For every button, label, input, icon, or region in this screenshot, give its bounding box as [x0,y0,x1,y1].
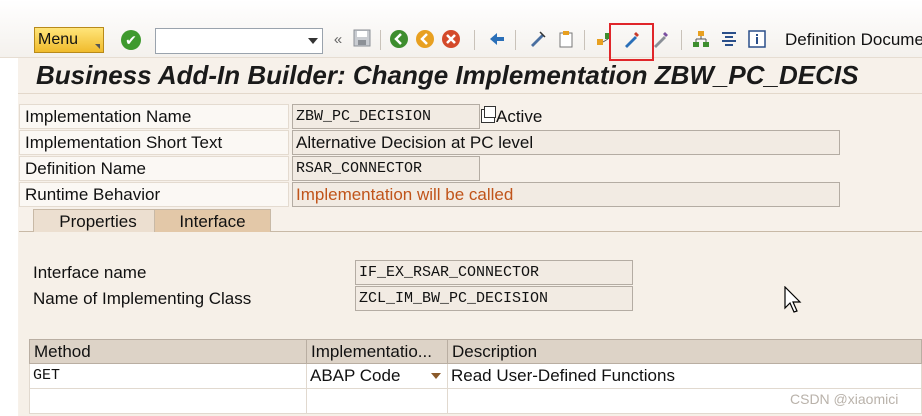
display-change-icon[interactable] [528,29,548,51]
exit-icon[interactable] [415,29,435,51]
command-field[interactable] [155,28,323,54]
toolbar-separator [380,30,381,50]
align-icon[interactable] [719,29,739,51]
active-status-label: Active [496,107,543,126]
method-cell[interactable] [30,389,307,413]
enter-check-icon[interactable]: ✔ [121,30,141,50]
back-nav-icon[interactable]: « [328,29,348,51]
implementation-dropdown-icon[interactable] [431,373,441,379]
left-margin [0,0,18,416]
table-row[interactable] [29,389,922,414]
title-divider [18,93,922,94]
description-cell[interactable]: Read User-Defined Functions [448,364,922,388]
implementing-class-field[interactable]: ZCL_IM_BW_PC_DECISION [355,286,633,311]
toolbar-separator [515,30,516,50]
implementation-cell-value: ABAP Code [310,366,401,385]
page-title: Business Add-In Builder: Change Implemen… [36,60,859,90]
runtime-behavior-label: Runtime Behavior [19,182,289,207]
application-toolbar: Menu ✔ « Definition Docume [0,0,922,61]
mouse-cursor-icon [784,286,802,313]
info-icon[interactable] [747,29,767,51]
column-header-implementation[interactable]: Implementatio... [307,340,448,363]
definition-name-label: Definition Name [19,156,289,181]
tab-properties[interactable]: Properties [33,209,163,232]
hierarchy-icon[interactable] [691,29,711,51]
activate-icon[interactable] [556,29,576,51]
column-header-description[interactable]: Description [448,340,922,363]
menu-button-label: Menu [38,31,79,48]
interface-name-label: Interface name [33,263,147,282]
definition-name-field[interactable]: RSAR_CONNECTOR [292,156,480,181]
active-status-icon [481,106,496,123]
definition-documentation-button[interactable]: Definition Docume [785,30,922,50]
toolbar-separator [681,30,682,50]
highlight-box [609,23,654,61]
toolbar-separator [474,30,475,50]
cancel-icon[interactable] [441,29,461,51]
implementation-name-field[interactable]: ZBW_PC_DECISION [292,104,480,129]
implementation-name-label: Implementation Name [19,104,289,129]
command-dropdown-icon[interactable] [308,38,318,44]
other-object-icon[interactable] [487,29,507,51]
methods-table-header: Method Implementatio... Description [29,339,922,364]
short-text-field[interactable]: Alternative Decision at PC level [292,130,840,155]
column-header-method[interactable]: Method [30,340,307,363]
short-text-label: Implementation Short Text [19,130,289,155]
runtime-behavior-field: Implementation will be called [292,182,840,207]
implementation-cell[interactable] [307,389,448,413]
implementation-cell[interactable]: ABAP Code [307,364,448,388]
method-cell[interactable]: GET [30,364,307,388]
back-icon[interactable] [389,29,409,51]
wand-icon[interactable] [651,29,671,51]
menu-button[interactable]: Menu [34,27,104,53]
implementing-class-label: Name of Implementing Class [33,289,252,308]
save-icon[interactable] [352,29,372,51]
toolbar-separator [584,30,585,50]
menu-caret-icon [95,44,100,49]
watermark-text: CSDN @xiaomici [790,391,899,407]
interface-name-field[interactable]: IF_EX_RSAR_CONNECTOR [355,260,633,285]
table-row[interactable]: GET ABAP Code Read User-Defined Function… [29,364,922,389]
tab-interface[interactable]: Interface [154,209,271,232]
